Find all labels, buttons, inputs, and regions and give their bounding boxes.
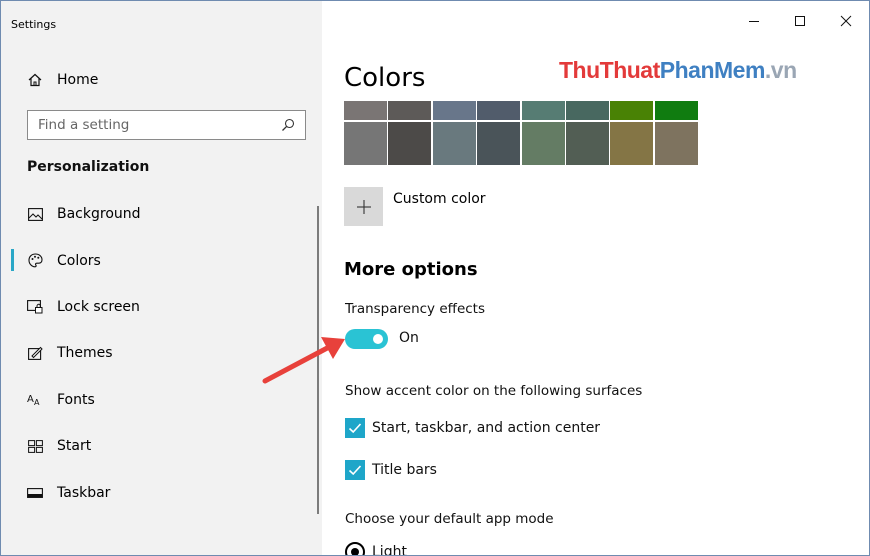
watermark-part: Thuat: [599, 57, 661, 83]
toggle-knob: [373, 334, 383, 344]
sidebar: Settings Home Personalization Background: [1, 1, 322, 555]
radio-light[interactable]: Light: [345, 542, 407, 556]
color-swatch[interactable]: [388, 101, 432, 120]
more-options-heading: More options: [344, 259, 478, 280]
settings-window: Settings Home Personalization Background: [0, 0, 870, 556]
swatch-row: [344, 122, 699, 165]
color-swatch[interactable]: [477, 101, 521, 120]
sidebar-item-label: Background: [57, 206, 141, 223]
sidebar-item-label: Colors: [57, 252, 101, 269]
transparency-label: Transparency effects: [345, 301, 485, 317]
sidebar-item-label: Taskbar: [57, 484, 111, 501]
color-swatch[interactable]: [610, 101, 654, 120]
radio-dot: [351, 548, 359, 555]
transparency-state: On: [399, 330, 419, 346]
color-swatch[interactable]: [344, 122, 387, 165]
color-swatch[interactable]: [388, 122, 432, 165]
custom-color-button[interactable]: Custom color: [344, 187, 486, 226]
sidebar-item-taskbar[interactable]: Taskbar: [1, 469, 317, 515]
color-swatch-grid: [344, 101, 699, 165]
color-swatch[interactable]: [521, 122, 565, 165]
sidebar-item-label: Fonts: [57, 391, 95, 408]
color-swatch[interactable]: [432, 122, 476, 165]
themes-icon: [27, 345, 43, 361]
checkbox-checked-icon[interactable]: [345, 460, 365, 480]
sidebar-item-label: Themes: [57, 345, 113, 362]
radio-selected-icon[interactable]: [345, 542, 365, 555]
color-swatch[interactable]: [344, 101, 387, 120]
sidebar-item-colors[interactable]: Colors: [1, 237, 317, 283]
fonts-icon: AA: [27, 392, 43, 408]
lock-screen-icon: [27, 299, 43, 315]
custom-color-label: Custom color: [393, 191, 486, 207]
watermark-part: .vn: [764, 57, 797, 83]
search-box[interactable]: [27, 110, 306, 140]
accent-surfaces-label: Show accent color on the following surfa…: [345, 383, 643, 399]
home-icon: [27, 72, 43, 88]
nav-home[interactable]: Home: [27, 69, 98, 91]
color-swatch[interactable]: [654, 101, 698, 120]
sidebar-item-background[interactable]: Background: [1, 191, 317, 237]
color-swatch[interactable]: [565, 101, 609, 120]
taskbar-icon: [27, 485, 43, 501]
color-swatch[interactable]: [654, 122, 698, 165]
color-swatch[interactable]: [521, 101, 565, 120]
transparency-toggle[interactable]: [345, 329, 388, 349]
sidebar-item-lock-screen[interactable]: Lock screen: [1, 284, 317, 330]
watermark-part: PhanMem: [659, 57, 766, 83]
sidebar-item-label: Lock screen: [57, 298, 140, 315]
color-swatch[interactable]: [432, 101, 476, 120]
image-icon: [27, 206, 43, 222]
svg-text:A: A: [34, 398, 40, 407]
main-content: Colors ThuThuatPhanMem.vn Custom color M…: [322, 1, 869, 556]
app-title: Settings: [11, 18, 57, 31]
section-label: Personalization: [27, 159, 150, 175]
checkbox-checked-icon[interactable]: [345, 418, 365, 438]
color-swatch[interactable]: [610, 122, 654, 165]
palette-icon: [27, 253, 43, 269]
sidebar-item-start[interactable]: Start: [1, 423, 317, 469]
color-swatch[interactable]: [477, 122, 521, 165]
color-swatch[interactable]: [565, 122, 609, 165]
page-title: Colors: [344, 63, 426, 93]
svg-text:A: A: [27, 394, 34, 405]
watermark-part: Thu: [559, 57, 600, 83]
app-mode-label: Choose your default app mode: [345, 511, 554, 527]
radio-label: Light: [372, 544, 407, 556]
plus-icon[interactable]: [344, 187, 383, 226]
checkbox-start-taskbar[interactable]: Start, taskbar, and action center: [345, 418, 600, 438]
watermark-logo: ThuThuatPhanMem.vn: [559, 57, 797, 84]
start-icon: [27, 438, 43, 454]
annotation-arrow-icon: [262, 337, 345, 384]
checkbox-label: Start, taskbar, and action center: [372, 420, 601, 436]
checkbox-title-bars[interactable]: Title bars: [345, 460, 437, 480]
sidebar-item-label: Start: [57, 438, 92, 455]
search-input[interactable]: [38, 111, 281, 139]
search-icon[interactable]: [281, 118, 295, 132]
checkbox-label: Title bars: [372, 462, 437, 478]
swatch-row: [344, 101, 699, 122]
nav-home-label: Home: [57, 72, 99, 88]
